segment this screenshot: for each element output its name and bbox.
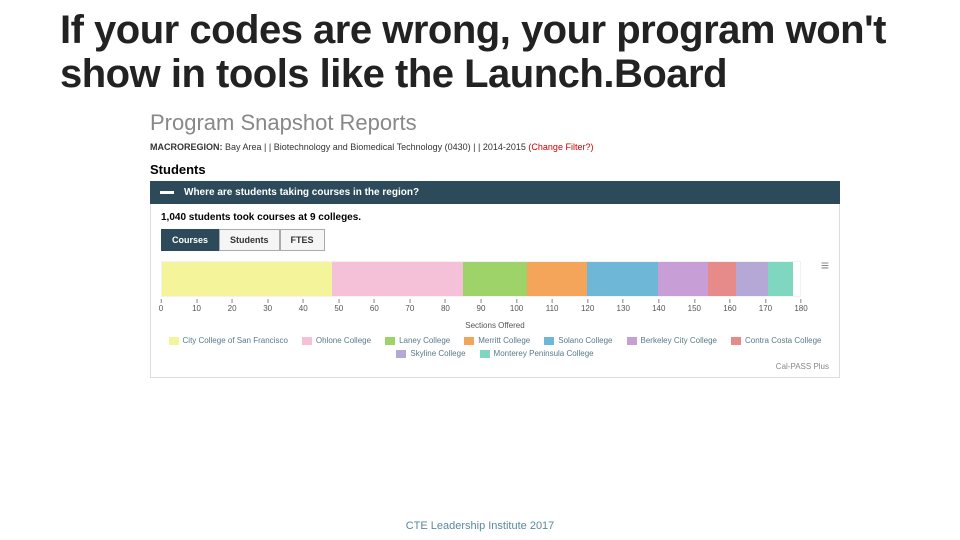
- filter-label: MACROREGION:: [150, 142, 223, 152]
- legend-item: Merritt College: [464, 336, 530, 345]
- legend-item: Monterey Peninsula College: [480, 349, 594, 358]
- snapshot-panel: Program Snapshot Reports MACROREGION: Ba…: [150, 110, 840, 378]
- legend-swatch: [480, 350, 490, 358]
- bar-segment: [332, 262, 463, 296]
- chart: ≡ 01020304050607080901001101201301401501…: [161, 261, 829, 358]
- tick: 70: [405, 299, 414, 313]
- bar-segment: [658, 262, 708, 296]
- legend-item: Contra Costa College: [731, 336, 821, 345]
- legend-swatch: [385, 337, 395, 345]
- legend-swatch: [464, 337, 474, 345]
- tab-courses[interactable]: Courses: [161, 229, 219, 251]
- tick: 10: [192, 299, 201, 313]
- collapse-icon[interactable]: [160, 191, 174, 194]
- legend-label: Skyline College: [410, 349, 465, 358]
- tick: 110: [546, 299, 559, 313]
- hamburger-icon[interactable]: ≡: [821, 257, 829, 273]
- legend-item: Laney College: [385, 336, 450, 345]
- legend-label: Contra Costa College: [745, 336, 821, 345]
- tick: 80: [441, 299, 450, 313]
- legend-label: Solano College: [558, 336, 612, 345]
- tick: 120: [581, 299, 594, 313]
- summary-text: 1,040 students took courses at 9 college…: [161, 212, 829, 223]
- filter-value: Bay Area | | Biotechnology and Biomedica…: [225, 142, 526, 152]
- tick: 170: [759, 299, 772, 313]
- legend-item: Ohlone College: [302, 336, 371, 345]
- bar-segment: [736, 262, 768, 296]
- tab-students[interactable]: Students: [219, 229, 280, 251]
- tick: 60: [370, 299, 379, 313]
- tick: 130: [617, 299, 630, 313]
- tick: 20: [228, 299, 237, 313]
- slide-footer: CTE Leadership Institute 2017: [0, 520, 960, 532]
- legend-swatch: [302, 337, 312, 345]
- legend-label: City College of San Francisco: [183, 336, 288, 345]
- students-heading: Students: [150, 162, 840, 177]
- question-bar[interactable]: Where are students taking courses in the…: [150, 181, 840, 204]
- tick: 160: [723, 299, 736, 313]
- question-text: Where are students taking courses in the…: [184, 187, 419, 198]
- slide-title: If your codes are wrong, your program wo…: [60, 8, 900, 96]
- tick: 90: [477, 299, 486, 313]
- tick: 0: [159, 299, 163, 313]
- legend-label: Laney College: [399, 336, 450, 345]
- bar-segment: [708, 262, 736, 296]
- snapshot-title: Program Snapshot Reports: [150, 110, 840, 136]
- tick: 50: [334, 299, 343, 313]
- legend-item: Solano College: [544, 336, 612, 345]
- tick: 150: [688, 299, 701, 313]
- x-axis-label: Sections Offered: [161, 321, 829, 330]
- legend-label: Ohlone College: [316, 336, 371, 345]
- panel-body: 1,040 students took courses at 9 college…: [150, 204, 840, 378]
- legend-swatch: [627, 337, 637, 345]
- legend-label: Monterey Peninsula College: [494, 349, 594, 358]
- tick: 100: [510, 299, 523, 313]
- tick: 140: [652, 299, 665, 313]
- bar-segment: [527, 262, 587, 296]
- legend-item: City College of San Francisco: [169, 336, 288, 345]
- legend-swatch: [544, 337, 554, 345]
- tab-ftes[interactable]: FTES: [280, 229, 325, 251]
- legend: City College of San Francisco Ohlone Coll…: [161, 336, 829, 358]
- bar-segment: [768, 262, 793, 296]
- change-filter-link[interactable]: (Change Filter?): [528, 142, 593, 152]
- legend-label: Berkeley City College: [641, 336, 717, 345]
- bar-segment: [463, 262, 527, 296]
- filter-line: MACROREGION: Bay Area | | Biotechnology …: [150, 142, 840, 152]
- legend-label: Merritt College: [478, 336, 530, 345]
- legend-item: Skyline College: [396, 349, 465, 358]
- tabs: Courses Students FTES: [161, 229, 829, 251]
- stacked-bar: [161, 261, 801, 297]
- tick: 180: [794, 299, 807, 313]
- legend-item: Berkeley City College: [627, 336, 717, 345]
- bar-segment: [162, 262, 332, 296]
- legend-swatch: [169, 337, 179, 345]
- tick: 40: [299, 299, 308, 313]
- legend-swatch: [396, 350, 406, 358]
- credit: Cal-PASS Plus: [161, 362, 829, 371]
- x-axis: 0 10 20 30 40 50 60 70 80 90 100 110 120 130 140 150 160…: [161, 299, 801, 319]
- legend-swatch: [731, 337, 741, 345]
- tick: 30: [263, 299, 272, 313]
- bar-segment: [587, 262, 658, 296]
